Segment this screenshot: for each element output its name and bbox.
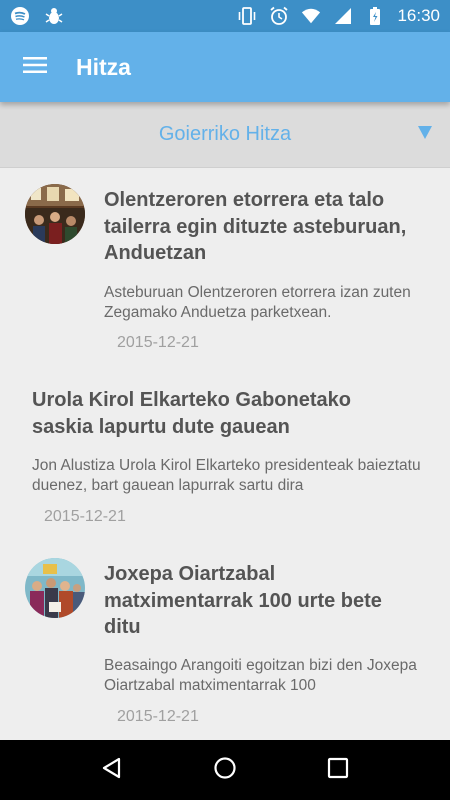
article-item[interactable]: Olentzeroren etorrera eta talo tailerra … [0,168,450,368]
article-description: Jon Alustiza Urola Kirol Elkarteko presi… [32,457,421,494]
article-title[interactable]: Joxepa Oiartzabal matximentarrak 100 urt… [104,561,414,641]
app-title: Hitza [76,53,131,80]
hamburger-menu-icon [23,56,47,79]
article-item[interactable]: Urola Kirol Elkarteko Gabonetako saskia … [0,368,450,538]
recents-icon [327,757,349,784]
source-dropdown[interactable]: Goierriko Hitza [0,102,450,168]
article-title[interactable]: Olentzeroren etorrera eta talo tailerra … [104,187,434,267]
system-nav-bar [0,740,450,800]
article-date: 2015-12-21 [44,508,126,525]
vibrate-icon [237,6,257,26]
article-list[interactable]: Olentzeroren etorrera eta talo tailerra … [0,168,450,740]
back-button[interactable] [92,750,132,790]
bug-icon [44,6,64,26]
battery-icon [365,6,385,26]
spotify-icon [10,6,30,26]
alarm-icon [269,6,289,26]
wifi-icon [301,6,321,26]
article-title[interactable]: Urola Kirol Elkarteko Gabonetako saskia … [32,387,392,440]
article-thumbnail [25,184,85,244]
article-description: Beasaingo Arangoiti egoitzan bizi den Jo… [104,657,417,694]
clock: 16:30 [397,6,440,25]
home-icon [213,756,237,785]
recents-button[interactable] [318,750,358,790]
article-item[interactable]: Joxepa Oiartzabal matximentarrak 100 urt… [0,538,450,740]
signal-icon [333,6,353,26]
article-thumbnail [25,558,85,618]
menu-button[interactable] [0,32,70,102]
dropdown-triangle-icon [418,126,432,139]
home-button[interactable] [205,750,245,790]
source-selected-label: Goierriko Hitza [158,123,292,145]
status-bar: 16:30 [0,0,450,32]
back-icon [100,756,124,785]
article-date: 2015-12-21 [117,708,199,725]
article-description: Asteburuan Olentzeroren etorrera izan zu… [104,284,411,321]
article-date: 2015-12-21 [117,334,199,351]
app-bar: Hitza [0,32,450,102]
